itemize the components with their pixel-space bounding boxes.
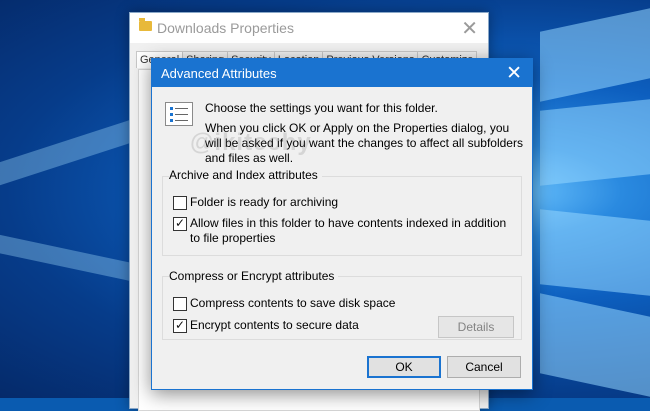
properties-title: Downloads Properties bbox=[157, 20, 294, 36]
ok-button[interactable]: OK bbox=[367, 356, 441, 378]
properties-titlebar: Downloads Properties ✕ bbox=[130, 13, 488, 43]
cancel-button[interactable]: Cancel bbox=[447, 356, 521, 378]
light-pane bbox=[540, 99, 650, 186]
archive-group-label: Archive and Index attributes bbox=[169, 168, 322, 182]
folder-ready-label[interactable]: Folder is ready for archiving bbox=[190, 195, 338, 210]
details-button: Details bbox=[438, 316, 514, 338]
dialog-title: Advanced Attributes bbox=[161, 66, 277, 81]
allow-index-checkbox[interactable] bbox=[173, 216, 187, 231]
intro-text: Choose the settings you want for this fo… bbox=[205, 101, 438, 115]
folder-ready-checkbox[interactable] bbox=[173, 196, 187, 210]
close-icon[interactable]: ✕ bbox=[461, 16, 478, 41]
light-pane bbox=[540, 209, 650, 296]
allow-index-label[interactable]: Allow files in this folder to have conte… bbox=[190, 216, 515, 246]
compress-checkbox[interactable] bbox=[173, 297, 187, 311]
close-icon[interactable]: ✕ bbox=[506, 62, 522, 85]
watermark: @ikitechy bbox=[190, 129, 312, 156]
light-pane bbox=[540, 293, 650, 397]
dialog-titlebar: Advanced Attributes ✕ bbox=[152, 59, 532, 87]
encrypt-label[interactable]: Encrypt contents to secure data bbox=[190, 318, 359, 333]
folder-icon bbox=[139, 18, 152, 31]
light-pane bbox=[540, 8, 650, 102]
properties-list-icon bbox=[165, 102, 193, 126]
advanced-attributes-dialog: Advanced Attributes ✕ Choose the setting… bbox=[151, 58, 533, 390]
encrypt-checkbox[interactable] bbox=[173, 318, 187, 333]
compress-label[interactable]: Compress contents to save disk space bbox=[190, 296, 395, 311]
compress-group-label: Compress or Encrypt attributes bbox=[169, 269, 339, 283]
